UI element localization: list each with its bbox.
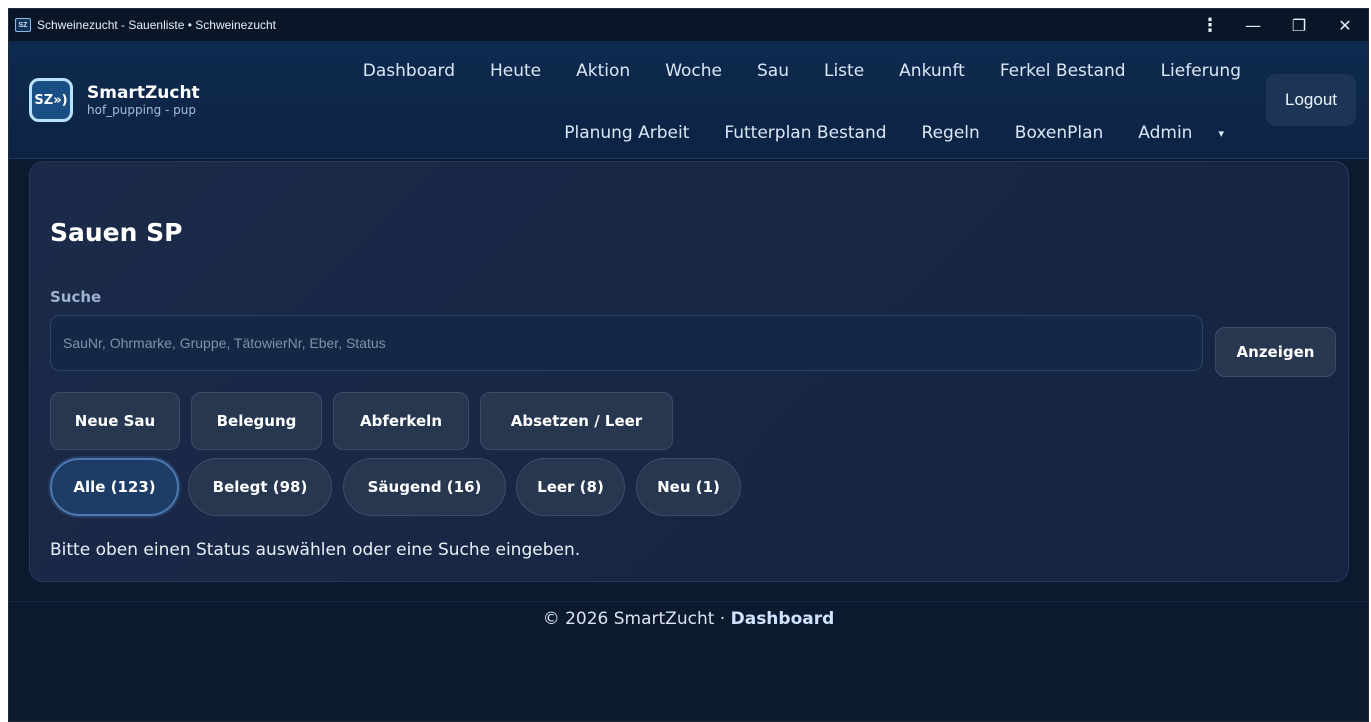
filter-leer[interactable]: Leer (8) [516, 458, 625, 516]
brand-name: SmartZucht [87, 83, 200, 103]
page-title: Sauen SP [50, 218, 183, 247]
abferkeln-button[interactable]: Abferkeln [333, 392, 469, 450]
app-window: SZ Schweinezucht - Sauenliste • Schweine… [8, 8, 1369, 722]
search-input[interactable] [50, 315, 1203, 371]
footer-copyright: © 2026 SmartZucht · [542, 609, 731, 629]
smartzucht-logo-icon: SZ») [29, 78, 73, 122]
nav-link-dashboard[interactable]: Dashboard [363, 61, 455, 81]
nav-link-admin[interactable]: Admin [1138, 123, 1192, 143]
filter-neu[interactable]: Neu (1) [636, 458, 741, 516]
search-label: Suche [50, 288, 102, 306]
footer: © 2026 SmartZucht · Dashboard [9, 609, 1368, 629]
nav-row-primary: Dashboard Heute Aktion Woche Sau Liste A… [328, 59, 1241, 83]
more-options-icon[interactable]: ⋮ [1190, 9, 1230, 41]
footer-dashboard-link[interactable]: Dashboard [731, 609, 835, 629]
belegung-button[interactable]: Belegung [191, 392, 322, 450]
status-hint: Bitte oben einen Status auswählen oder e… [50, 540, 581, 560]
brand-subtitle: hof_pupping - pup [87, 103, 196, 117]
neue-sau-button[interactable]: Neue Sau [50, 392, 180, 450]
restore-button[interactable]: ❐ [1276, 9, 1322, 41]
admin-dropdown-caret-icon[interactable]: ▾ [1218, 127, 1224, 140]
filter-alle[interactable]: Alle (123) [50, 458, 179, 516]
nav-link-ferkel-bestand[interactable]: Ferkel Bestand [1000, 61, 1126, 81]
anzeigen-button[interactable]: Anzeigen [1215, 327, 1336, 377]
navbar: SZ») SmartZucht hof_pupping - pup Dashbo… [9, 41, 1368, 159]
filter-saeugend[interactable]: Säugend (16) [343, 458, 506, 516]
title-bar: SZ Schweinezucht - Sauenliste • Schweine… [9, 9, 1368, 41]
minimize-button[interactable]: — [1230, 9, 1276, 41]
nav-link-sau[interactable]: Sau [757, 61, 789, 81]
nav-link-ankunft[interactable]: Ankunft [899, 61, 965, 81]
nav-link-boxenplan[interactable]: BoxenPlan [1015, 123, 1103, 143]
absetzen-leer-button[interactable]: Absetzen / Leer [480, 392, 673, 450]
logout-button[interactable]: Logout [1266, 74, 1356, 126]
nav-row-secondary: Planung Arbeit Futterplan Bestand Regeln… [529, 121, 1224, 145]
nav-link-planung-arbeit[interactable]: Planung Arbeit [564, 123, 689, 143]
nav-link-liste[interactable]: Liste [824, 61, 864, 81]
nav-link-lieferung[interactable]: Lieferung [1161, 61, 1241, 81]
filter-belegt[interactable]: Belegt (98) [188, 458, 332, 516]
nav-link-regeln[interactable]: Regeln [922, 123, 980, 143]
brand-text: SmartZucht hof_pupping - pup [87, 83, 200, 117]
close-button[interactable]: ✕ [1322, 9, 1368, 41]
app-icon: SZ [15, 18, 31, 32]
window-title: Schweinezucht - Sauenliste • Schweinezuc… [37, 18, 276, 32]
brand[interactable]: SZ») SmartZucht hof_pupping - pup [29, 78, 200, 122]
nav-link-woche[interactable]: Woche [665, 61, 722, 81]
nav-link-futterplan-bestand[interactable]: Futterplan Bestand [724, 123, 886, 143]
footer-divider [9, 601, 1368, 602]
nav-link-heute[interactable]: Heute [490, 61, 541, 81]
sauen-card: Sauen SP Suche Anzeigen Neue Sau Belegun… [29, 161, 1349, 582]
nav-link-aktion[interactable]: Aktion [576, 61, 630, 81]
